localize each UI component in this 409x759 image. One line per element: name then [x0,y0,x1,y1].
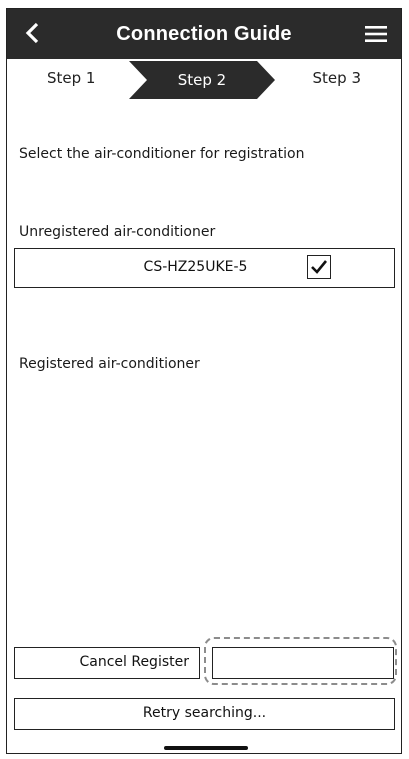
hamburger-menu-icon[interactable] [363,22,389,46]
step-2-active: Step 2 [129,61,275,99]
phone-frame: Connection Guide Step 1 Step 2 Step 3 Se… [6,8,402,754]
step-3-label: Step 3 [312,69,361,87]
registered-heading: Registered air-conditioner [19,356,200,372]
checkmark-icon [311,260,328,274]
step-indicator: Step 1 Step 2 Step 3 [7,61,401,99]
device-checkbox[interactable] [307,255,331,279]
cancel-register-button[interactable]: Cancel Register [14,647,200,679]
step-1-label: Step 1 [47,69,96,87]
unregistered-heading: Unregistered air-conditioner [19,224,216,240]
app-header: Connection Guide [7,9,401,59]
instruction-text: Select the air-conditioner for registrat… [19,146,305,162]
home-indicator [164,746,248,750]
step-2-label: Step 2 [177,71,227,89]
chevron-left-icon[interactable] [21,21,45,45]
register-button[interactable] [212,647,394,679]
unregistered-device-row[interactable]: CS-HZ25UKE-5 [14,248,395,288]
retry-searching-button[interactable]: Retry searching... [14,698,395,730]
page-title: Connection Guide [116,22,292,45]
device-name: CS-HZ25UKE-5 [143,259,248,275]
